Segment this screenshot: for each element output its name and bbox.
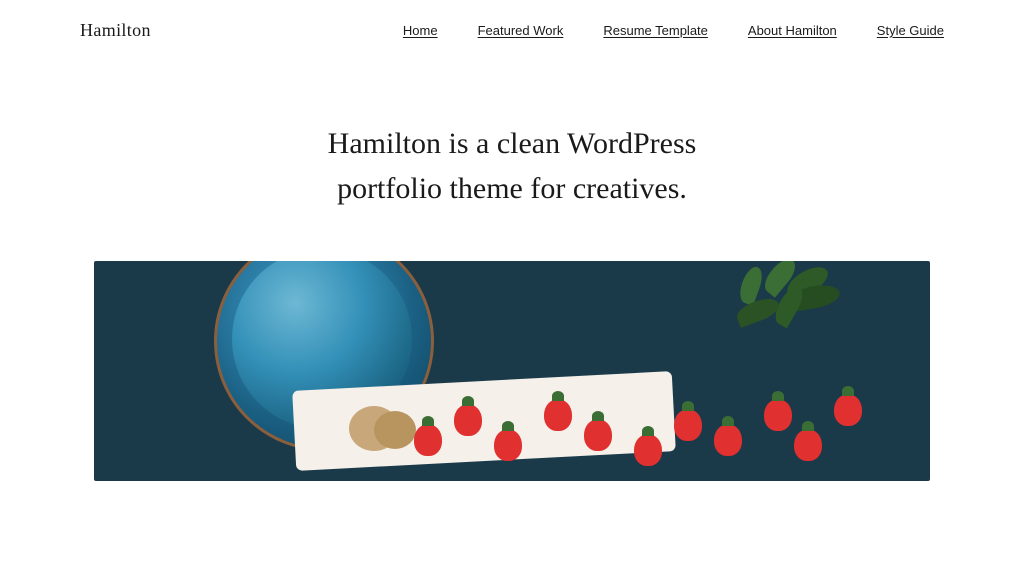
nav-about-hamilton[interactable]: About Hamilton <box>748 23 837 38</box>
strawberry-3 <box>494 429 522 461</box>
main-content: Hamilton is a clean WordPress portfolio … <box>0 61 1024 481</box>
site-header: Hamilton Home Featured Work Resume Templ… <box>0 0 1024 61</box>
nav-featured-work[interactable]: Featured Work <box>478 23 564 38</box>
strawberry-8 <box>714 424 742 456</box>
strawberry-10 <box>794 429 822 461</box>
hero-tagline: Hamilton is a clean WordPress portfolio … <box>302 121 722 211</box>
strawberry-4 <box>544 399 572 431</box>
cracker-2 <box>374 411 416 449</box>
main-nav: Home Featured Work Resume Template About… <box>403 23 944 38</box>
featured-image-artwork <box>94 261 930 481</box>
nav-home[interactable]: Home <box>403 23 438 38</box>
strawberry-6 <box>634 434 662 466</box>
hero-section: Hamilton is a clean WordPress portfolio … <box>0 61 1024 261</box>
strawberry-9 <box>764 399 792 431</box>
strawberry-2 <box>454 404 482 436</box>
strawberry-11 <box>834 394 862 426</box>
strawberry-5 <box>584 419 612 451</box>
nav-resume-template[interactable]: Resume Template <box>603 23 708 38</box>
featured-image-container <box>94 261 930 481</box>
strawberry-7 <box>674 409 702 441</box>
strawberry-1 <box>414 424 442 456</box>
nav-style-guide[interactable]: Style Guide <box>877 23 944 38</box>
site-logo[interactable]: Hamilton <box>80 20 151 41</box>
